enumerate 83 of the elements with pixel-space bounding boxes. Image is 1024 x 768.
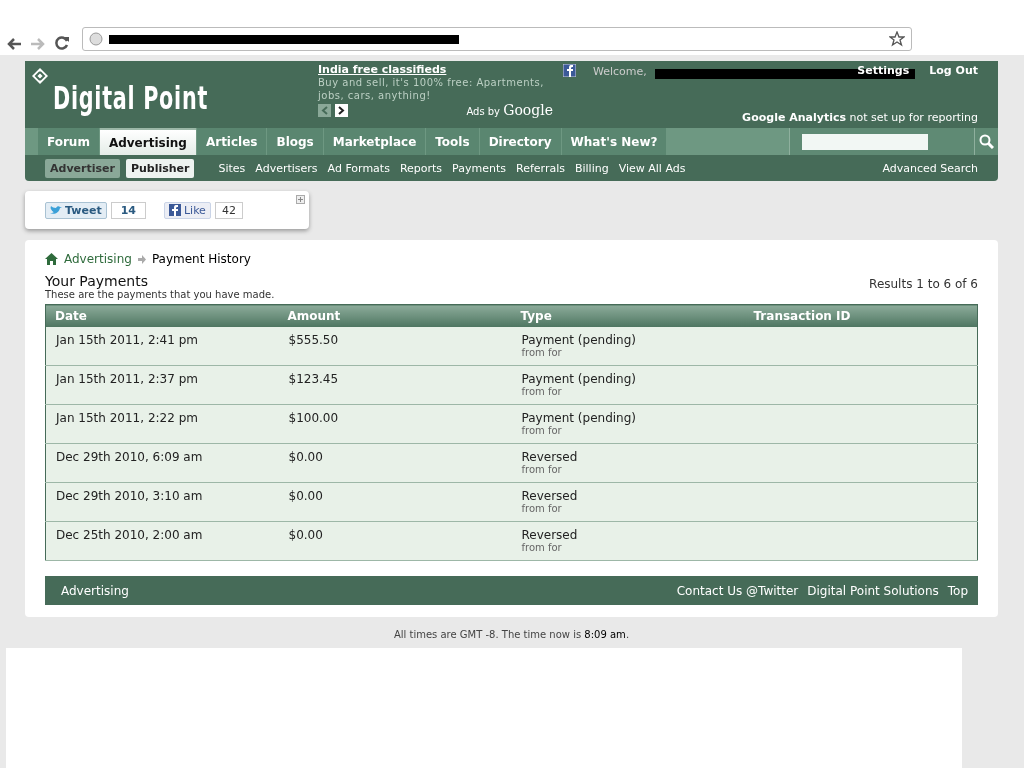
address-bar[interactable]: [82, 27, 912, 51]
nav-tab[interactable]: Advertising: [99, 128, 196, 155]
nav-tab[interactable]: Tools: [426, 128, 479, 155]
home-icon[interactable]: [45, 253, 58, 265]
table-cell: Jan 15th 2011, 2:41 pm: [45, 327, 279, 366]
payment-type: Reversed: [521, 528, 578, 542]
payment-note: from for: [521, 503, 563, 514]
nav-tab[interactable]: Blogs: [267, 128, 323, 155]
payment-type: Payment (pending): [521, 372, 636, 386]
site-logo[interactable]: Digital Point: [53, 79, 208, 117]
nav-tab[interactable]: Marketplace: [323, 128, 426, 155]
search-field[interactable]: [789, 128, 974, 155]
footer-link[interactable]: Digital Point Solutions: [807, 583, 939, 598]
user-link[interactable]: Settings: [857, 64, 910, 77]
table-cell: Jan 15th 2011, 2:37 pm: [45, 365, 279, 405]
payment-note: from for: [521, 386, 563, 397]
page-subtitle: These are the payments that you have made.: [45, 289, 275, 300]
breadcrumb-link[interactable]: Advertising: [64, 252, 132, 266]
table-cell: $0.00: [278, 482, 512, 522]
advanced-search-link[interactable]: Advanced Search: [882, 161, 978, 175]
table-cell: $100.00: [278, 404, 512, 444]
table-cell: Dec 29th 2010, 6:09 am: [45, 443, 279, 483]
tweet-button[interactable]: Tweet: [45, 201, 107, 219]
bird-icon: [50, 205, 62, 215]
sub-nav-link[interactable]: Payments: [452, 161, 506, 175]
reload-icon[interactable]: [54, 35, 70, 51]
table-cell: $555.50: [278, 327, 512, 366]
footer-link[interactable]: Top: [947, 583, 968, 598]
payment-note: from for: [521, 464, 563, 475]
table-cell: Jan 15th 2011, 2:22 pm: [45, 404, 279, 444]
payment-type: Reversed: [521, 450, 578, 464]
back-icon[interactable]: [6, 37, 22, 51]
nav-tab[interactable]: What's New?: [561, 128, 667, 155]
section-toggle[interactable]: Advertiser: [45, 158, 120, 178]
sub-nav-link[interactable]: Ad Formats: [327, 161, 390, 175]
page-title: Your Payments: [45, 273, 149, 289]
nav-tab[interactable]: Directory: [479, 128, 561, 155]
next-icon[interactable]: [335, 104, 348, 117]
facebook-icon: [168, 204, 181, 216]
ad-text: Buy and sell, it's 100% free: Apartments, jobs, cars, anything!: [318, 76, 545, 102]
search-button[interactable]: [974, 128, 998, 155]
nav-tab[interactable]: Articles: [196, 128, 267, 155]
analytics-notice: Google Analytics not set up for reporting: [742, 111, 978, 124]
column-header: Date: [45, 304, 279, 327]
table-cell: Dec 29th 2010, 3:10 am: [45, 482, 279, 522]
footer-link[interactable]: Advertising: [61, 583, 129, 598]
sub-nav-link[interactable]: Reports: [399, 161, 443, 175]
tweet-count: 14: [110, 201, 146, 219]
ad-title[interactable]: India free classifieds: [318, 63, 563, 76]
footer-link[interactable]: Contact Us @Twitter: [676, 583, 799, 598]
user-link[interactable]: Log Out: [929, 64, 978, 77]
table-cell: $123.45: [278, 365, 512, 405]
sub-nav-link[interactable]: Sites: [218, 161, 246, 175]
payment-note: from for: [521, 425, 563, 436]
sub-nav-link[interactable]: Referrals: [516, 161, 565, 175]
sub-nav-link[interactable]: View All Ads: [618, 161, 686, 175]
results-count: Results 1 to 6 of 6: [869, 277, 978, 291]
table-cell: Dec 25th 2010, 2:00 am: [45, 521, 279, 561]
arrow-icon: [137, 254, 146, 264]
nav-tab[interactable]: Forum: [38, 128, 99, 155]
payment-type: Reversed: [521, 489, 578, 503]
logo-icon: [31, 67, 49, 85]
breadcrumb-current: Payment History: [151, 252, 251, 266]
like-count: 42: [214, 201, 243, 219]
payment-type: Payment (pending): [521, 411, 636, 425]
timezone-note: All times are GMT -8. The time now is 8:09 am.: [392, 629, 631, 640]
payment-note: from for: [521, 347, 563, 358]
column-header: Amount: [278, 304, 512, 327]
payment-note: from for: [521, 542, 563, 553]
column-header: Type: [511, 304, 745, 327]
payment-type: Payment (pending): [521, 333, 636, 347]
table-cell: $0.00: [278, 521, 512, 561]
expand-icon[interactable]: [296, 195, 305, 204]
like-button[interactable]: Like: [163, 201, 211, 219]
table-cell: $0.00: [278, 443, 512, 483]
ads-by-google[interactable]: Ads by Google: [466, 102, 553, 118]
facebook-icon[interactable]: [563, 64, 576, 77]
search-icon: [979, 134, 994, 149]
sub-nav-link[interactable]: Billing: [574, 161, 609, 175]
section-toggle[interactable]: Publisher: [125, 158, 195, 178]
welcome-text: Welcome,: [593, 65, 647, 78]
column-header: Transaction ID: [744, 304, 978, 327]
sub-nav-link[interactable]: Advertisers: [255, 161, 318, 175]
